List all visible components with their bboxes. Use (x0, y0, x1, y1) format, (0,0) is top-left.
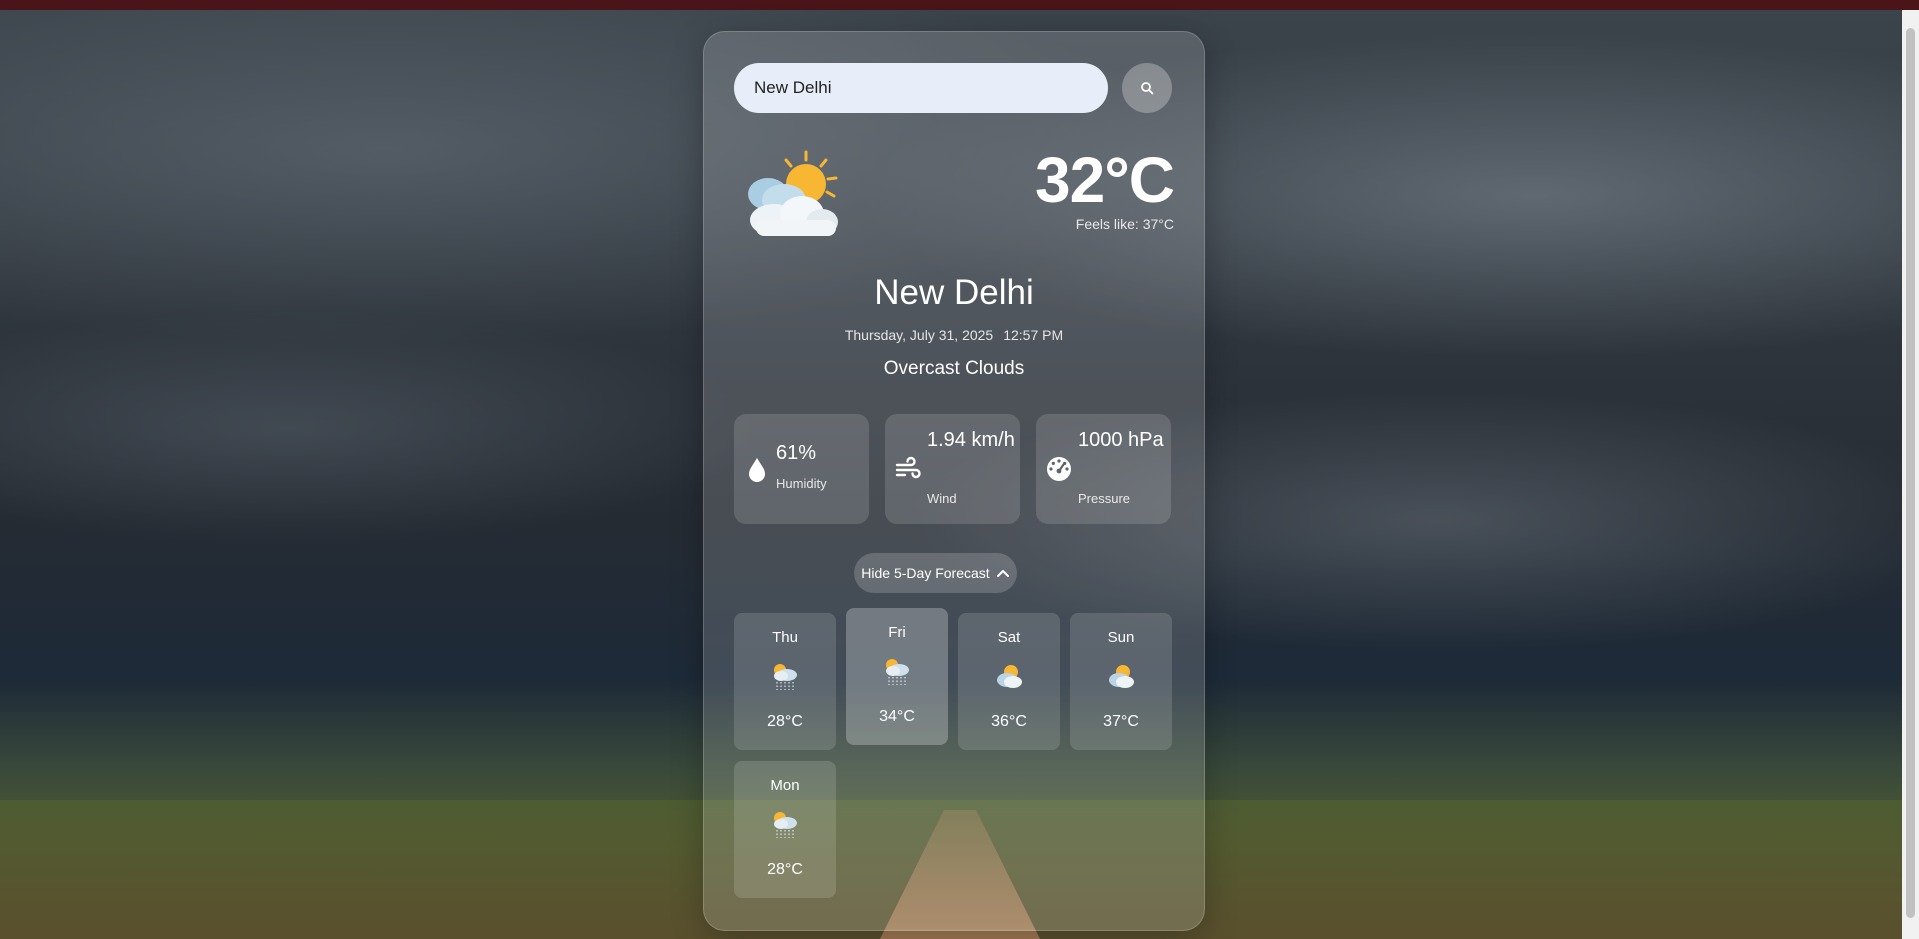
browser-top-bar (0, 0, 1919, 10)
partly-cloudy-icon (748, 150, 838, 236)
search-icon (1141, 82, 1154, 95)
wind-label: Wind (927, 491, 957, 506)
forecast-temp: 28°C (767, 861, 803, 878)
page-scrollbar[interactable] (1902, 10, 1919, 939)
wind-icon (895, 456, 921, 479)
weather-card: 32°C Feels like: 37°C New Delhi Thursday… (703, 31, 1205, 931)
humidity-card: 61% Humidity (734, 414, 869, 524)
forecast-day-name: Fri (888, 624, 906, 641)
current-temperature: 32°C (1035, 144, 1175, 216)
forecast-day-fri[interactable]: Fri 34°C (846, 608, 948, 745)
humidity-label: Humidity (776, 476, 827, 491)
pressure-value: 1000 hPa (1078, 429, 1164, 451)
weather-condition: Overcast Clouds (883, 358, 1025, 379)
sun-cloud-icon (1109, 665, 1134, 688)
rain-cloud-icon (774, 812, 797, 838)
current-time: 12:57 PM (1003, 327, 1064, 343)
scrollbar-thumb[interactable] (1906, 28, 1915, 918)
droplet-icon (749, 458, 765, 482)
humidity-value: 61% (776, 442, 817, 464)
search-button[interactable] (1122, 63, 1172, 113)
toggle-forecast-button[interactable]: Hide 5-Day Forecast (854, 553, 1017, 593)
forecast-day-name: Sun (1107, 629, 1135, 646)
wind-value: 1.94 km/h (927, 429, 1015, 451)
current-date: Thursday, July 31, 2025 (844, 327, 994, 343)
date-time: Thursday, July 31, 2025 12:57 PM (704, 327, 1204, 343)
forecast-day-name: Mon (770, 777, 800, 794)
feels-like-text: Feels like: 37°C (1075, 216, 1174, 232)
city-name: New Delhi (874, 273, 1034, 312)
rain-cloud-icon (886, 659, 909, 685)
forecast-day-name: Sat (997, 629, 1021, 646)
city-search-input[interactable] (734, 63, 1108, 113)
forecast-day-sat[interactable]: Sat 36°C (958, 613, 1060, 750)
forecast-temp: 36°C (991, 713, 1027, 730)
forecast-day-sun[interactable]: Sun 37°C (1070, 613, 1172, 750)
pressure-card: 1000 hPa Pressure (1036, 414, 1171, 524)
rain-cloud-icon (774, 664, 797, 690)
sun-cloud-icon (997, 665, 1022, 688)
gauge-icon (1047, 457, 1071, 481)
forecast-day-thu[interactable]: Thu 28°C (734, 613, 836, 750)
forecast-day-mon[interactable]: Mon 28°C (734, 761, 836, 898)
toggle-forecast-label: Hide 5-Day Forecast (861, 565, 990, 581)
forecast-temp: 34°C (879, 708, 915, 725)
chevron-up-icon (996, 570, 1009, 577)
forecast-temp: 37°C (1103, 713, 1139, 730)
forecast-temp: 28°C (767, 713, 803, 730)
forecast-day-name: Thu (772, 629, 798, 646)
search-bar (734, 63, 1174, 113)
wind-card: 1.94 km/h Wind (885, 414, 1020, 524)
pressure-label: Pressure (1078, 491, 1131, 506)
